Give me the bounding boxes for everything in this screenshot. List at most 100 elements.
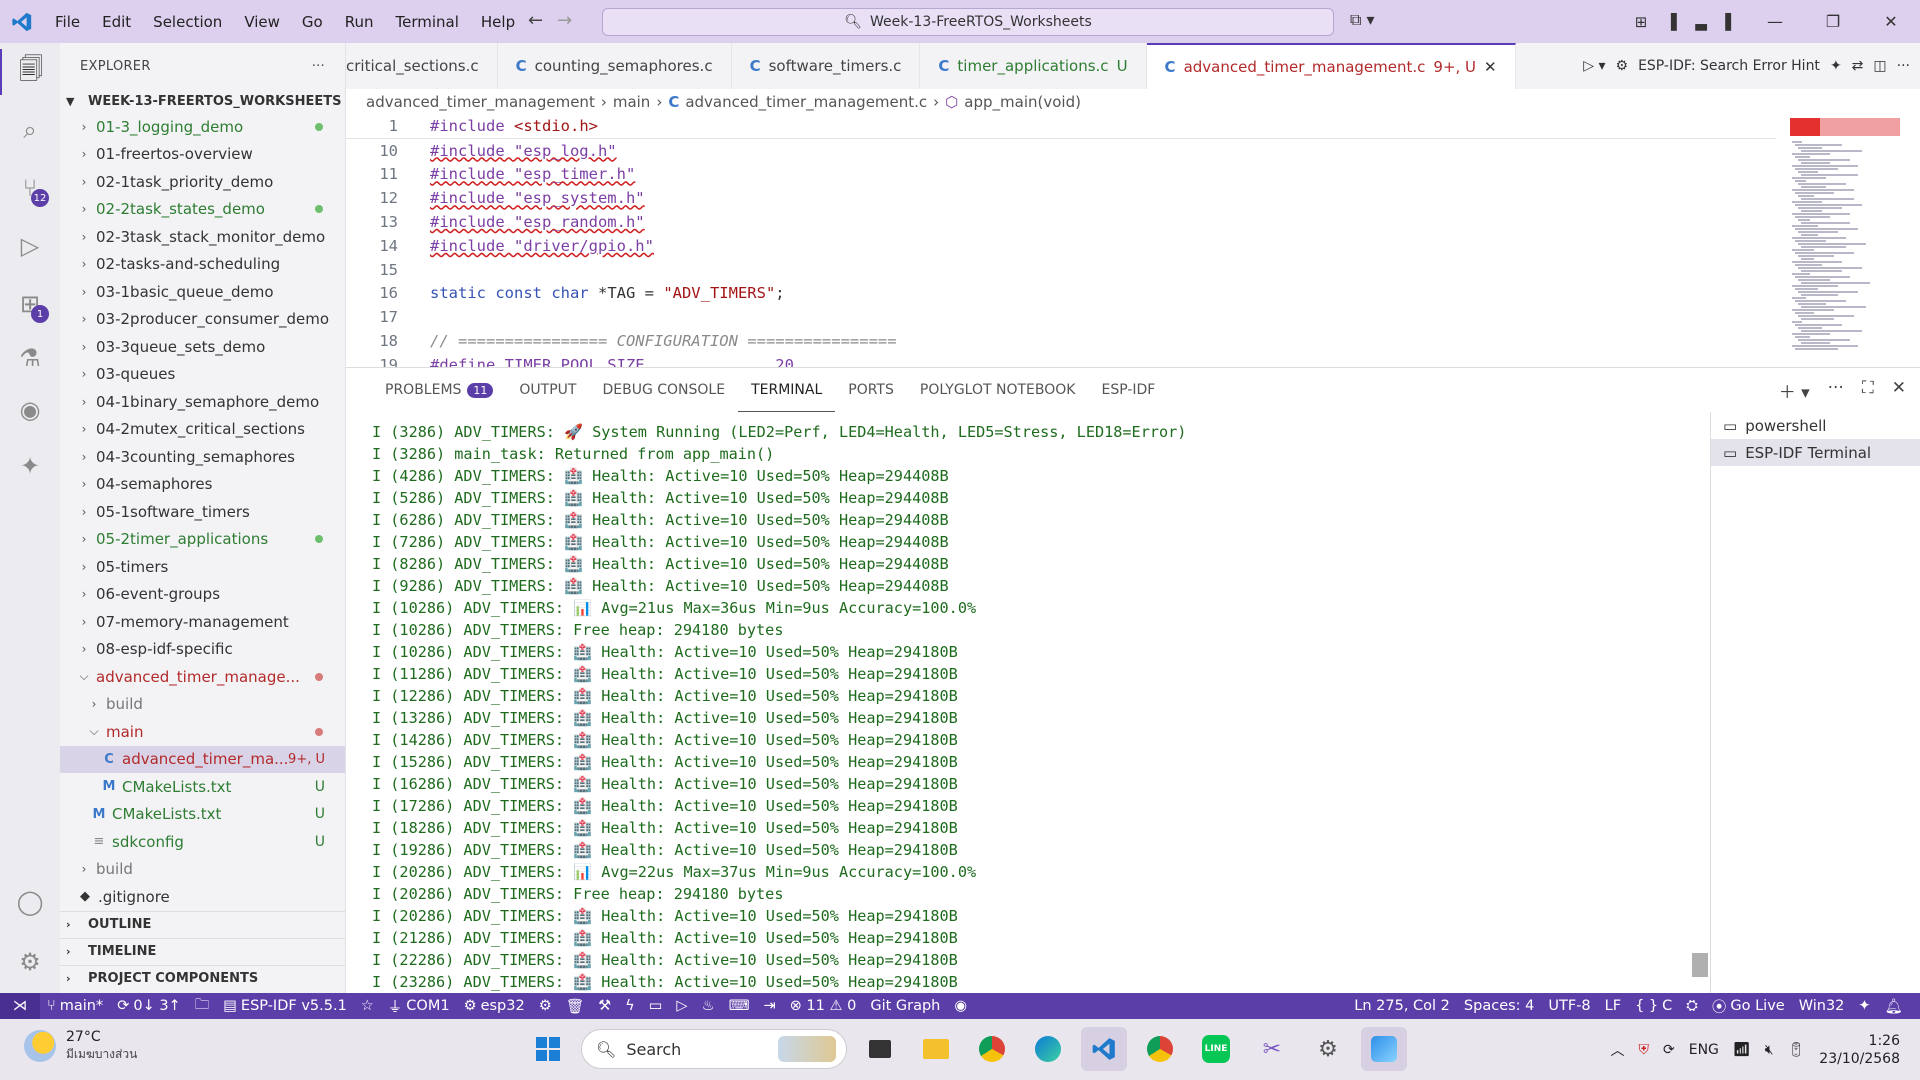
breadcrumb-file[interactable]: advanced_timer_management.c xyxy=(685,93,927,111)
menu-file[interactable]: File xyxy=(44,13,91,31)
clock[interactable]: 1:26 23/10/2568 xyxy=(1819,1032,1900,1068)
folder-item[interactable]: › 04-semaphores xyxy=(60,471,345,499)
panel-tab-ports[interactable]: PORTS xyxy=(835,368,907,412)
language-indicator[interactable]: ENG xyxy=(1689,1042,1719,1058)
panel-tab-polyglot-notebook[interactable]: POLYGLOT NOTEBOOK xyxy=(907,368,1089,412)
minimize-button[interactable]: — xyxy=(1746,12,1804,31)
panel-tab-esp-idf[interactable]: ESP-IDF xyxy=(1088,368,1168,412)
back-arrow-icon[interactable]: ← xyxy=(528,10,543,31)
esp-idf-icon[interactable]: ◉ xyxy=(0,387,60,433)
extensions-icon[interactable]: ⊞ 1 xyxy=(0,281,60,327)
accounts-icon[interactable]: ◯ xyxy=(0,879,60,925)
minimap[interactable] xyxy=(1790,115,1908,365)
folder-item[interactable]: › 05-timers xyxy=(60,553,345,581)
breadcrumb-main[interactable]: main xyxy=(613,93,650,111)
star-icon[interactable]: ☆ xyxy=(354,998,381,1014)
run-icon[interactable]: ▷ ▾ xyxy=(1583,58,1605,74)
file-cmakelists-main[interactable]: M CMakeLists.txt U xyxy=(60,773,345,801)
openocd-icon[interactable]: ⇥ xyxy=(757,998,783,1014)
settings-icon[interactable]: ⚙ xyxy=(532,998,559,1014)
language-mode[interactable]: { } C xyxy=(1628,998,1679,1014)
panel-tab-output[interactable]: OUTPUT xyxy=(506,368,589,412)
folder-build[interactable]: › build xyxy=(60,691,345,719)
esp-idf-version[interactable]: ▤ ESP-IDF v5.5.1 xyxy=(216,998,354,1014)
folder-item[interactable]: › 01-freertos-overview xyxy=(60,141,345,169)
menu-go[interactable]: Go xyxy=(291,13,334,31)
trash-icon[interactable]: 🗑︎ xyxy=(559,998,591,1015)
folder-item[interactable]: › 01-3_logging_demo xyxy=(60,113,345,141)
flame-icon[interactable]: ♨ xyxy=(695,998,722,1014)
tab-critical-sections[interactable]: critical_sections.c xyxy=(346,43,498,89)
folder-item[interactable]: › 05-1software_timers xyxy=(60,498,345,526)
outline-section[interactable]: › OUTLINE xyxy=(60,910,345,938)
split-editor-icon[interactable]: ◫ xyxy=(1873,58,1886,74)
git-graph[interactable]: Git Graph xyxy=(863,998,947,1014)
folder-icon[interactable]: 🗀 xyxy=(188,994,217,1019)
menu-terminal[interactable]: Terminal xyxy=(385,13,470,31)
copilot-chat-icon[interactable]: ✦ xyxy=(0,443,60,489)
debug-icon[interactable]: ▷ xyxy=(669,998,694,1014)
chevron-up-icon[interactable]: ︿ xyxy=(1611,1040,1625,1060)
start-icon[interactable] xyxy=(525,1027,571,1071)
folder-main[interactable]: ⌵ main xyxy=(60,718,345,746)
folder-item[interactable]: › 02-tasks-and-scheduling xyxy=(60,251,345,279)
weather-widget[interactable]: 27°C มีเมฆบางส่วน xyxy=(24,1029,137,1063)
platform[interactable]: Win32 xyxy=(1792,998,1852,1014)
manage-gear-icon[interactable]: ⚙ xyxy=(0,939,60,985)
go-live-button[interactable]: ⦿ Go Live xyxy=(1705,996,1792,1017)
file-cmakelists[interactable]: M CMakeLists.txt U xyxy=(60,801,345,829)
sync-status[interactable]: ⟳ 0↓ 3↑ xyxy=(110,998,188,1014)
folder-item[interactable]: › 04-2mutex_critical_sections xyxy=(60,416,345,444)
file-sdkconfig[interactable]: ≡ sdkconfig U xyxy=(60,828,345,856)
paint-icon[interactable] xyxy=(1361,1027,1407,1071)
tab-software-timers[interactable]: C software_timers.c xyxy=(732,43,921,89)
source-control-icon[interactable]: ⑂ 12 xyxy=(0,165,60,211)
explorer-icon[interactable]: 🗐 xyxy=(0,49,60,95)
wifi-icon[interactable]: 📶︎ xyxy=(1733,1042,1751,1058)
folder-item[interactable]: › 03-3queue_sets_demo xyxy=(60,333,345,361)
branch-status[interactable]: ⑂ main* xyxy=(40,998,110,1014)
gear-icon[interactable]: ⚙ xyxy=(1616,58,1629,74)
folder-item[interactable]: › 02-1task_priority_demo xyxy=(60,168,345,196)
more-actions-icon[interactable]: ··· xyxy=(312,59,325,74)
file-advanced-timer-management[interactable]: C advanced_timer_ma... 9+, U xyxy=(60,745,345,773)
tab-timer-applications[interactable]: C timer_applications.c U xyxy=(920,43,1147,89)
copilot-status-icon[interactable]: ◉ xyxy=(947,998,974,1014)
folder-item[interactable]: › 02-3task_stack_monitor_demo xyxy=(60,223,345,251)
maximize-panel-icon[interactable]: ⛶ xyxy=(1862,378,1874,403)
folder-project[interactable]: ⌵ advanced_timer_manage... xyxy=(60,663,345,691)
terminal-icon[interactable]: ⌨ xyxy=(722,998,757,1014)
breadcrumb-folder[interactable]: advanced_timer_management xyxy=(366,93,595,111)
customize-layout-icon[interactable]: ⊞ xyxy=(1626,13,1656,31)
panel-tab-debug-console[interactable]: DEBUG CONSOLE xyxy=(589,368,738,412)
esp-idf-error-hint[interactable]: ESP-IDF: Search Error Hint xyxy=(1638,58,1820,74)
folder-item[interactable]: › 06-event-groups xyxy=(60,581,345,609)
sync-icon[interactable]: ⟳ xyxy=(1663,1042,1675,1058)
restore-button[interactable]: ❐ xyxy=(1804,12,1862,31)
antivirus-icon[interactable]: ⛨ xyxy=(1639,1042,1650,1058)
search-view-icon[interactable]: ⌕ xyxy=(0,107,60,153)
volume-mute-icon[interactable]: 🔇︎ xyxy=(1765,1042,1774,1058)
terminal-scrollbar[interactable] xyxy=(1692,953,1708,977)
taskbar-search[interactable]: 🔍︎ Search xyxy=(581,1029,847,1069)
indentation[interactable]: Spaces: 4 xyxy=(1457,998,1541,1014)
problems-status[interactable]: ⊗ 11 ⚠ 0 xyxy=(783,998,864,1014)
compare-icon[interactable]: ⇄ xyxy=(1852,58,1864,74)
target-status[interactable]: ⚙ esp32 xyxy=(457,998,532,1014)
monitor-icon[interactable]: ▭ xyxy=(642,998,670,1014)
terminal-powershell[interactable]: ▭ powershell xyxy=(1711,412,1920,439)
snipping-tool-icon[interactable]: ✂ xyxy=(1249,1027,1295,1071)
folder-item[interactable]: › 03-1basic_queue_demo xyxy=(60,278,345,306)
settings-icon[interactable]: ⚙ xyxy=(1305,1027,1351,1071)
workspace-root[interactable]: ▼ WEEK-13-FREERTOS_WORKSHEETS xyxy=(60,89,345,113)
command-center-search[interactable]: 🔍︎ Week-13-FreeRTOS_Worksheets xyxy=(602,8,1334,36)
breadcrumb-symbol[interactable]: app_main(void) xyxy=(964,93,1081,111)
menu-help[interactable]: Help xyxy=(470,13,526,31)
cursor-position[interactable]: Ln 275, Col 2 xyxy=(1347,998,1457,1014)
encoding[interactable]: UTF-8 xyxy=(1541,998,1597,1014)
code-editor[interactable]: 1 #include <stdio.h> 10 #include "esp_log.h… xyxy=(346,115,1776,367)
toggle-secondary-sidebar-icon[interactable]: ▌ xyxy=(1716,13,1746,31)
file-explorer-icon[interactable] xyxy=(913,1027,959,1071)
testing-icon[interactable]: ⚗ xyxy=(0,335,60,381)
notifications-icon[interactable]: 🔔︎ xyxy=(1878,998,1910,1015)
